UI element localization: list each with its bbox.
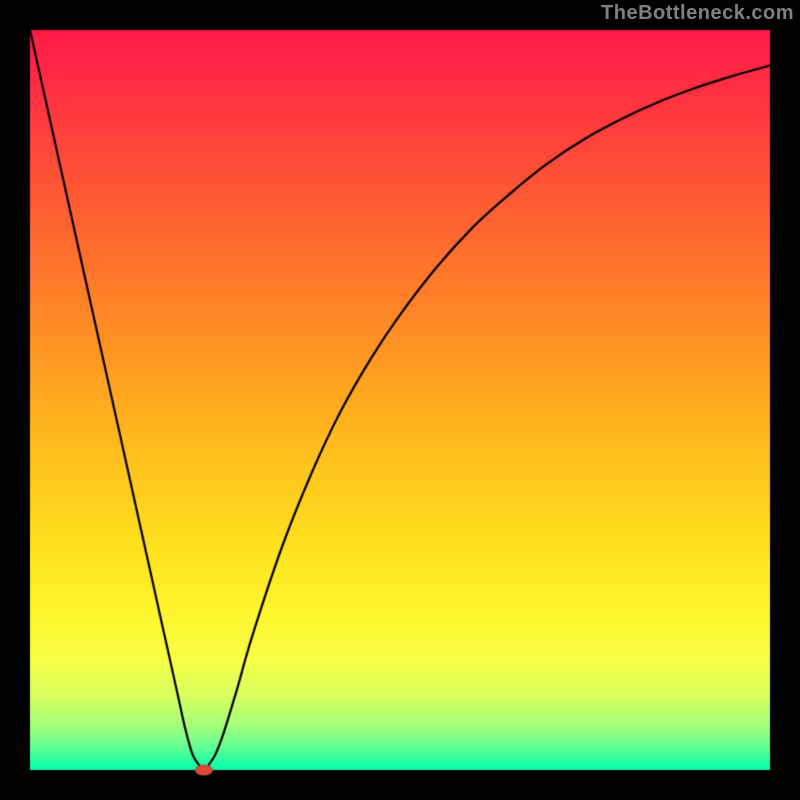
chart-frame: TheBottleneck.com (0, 0, 800, 800)
watermark: TheBottleneck.com (601, 2, 794, 25)
chart-canvas (0, 0, 800, 800)
